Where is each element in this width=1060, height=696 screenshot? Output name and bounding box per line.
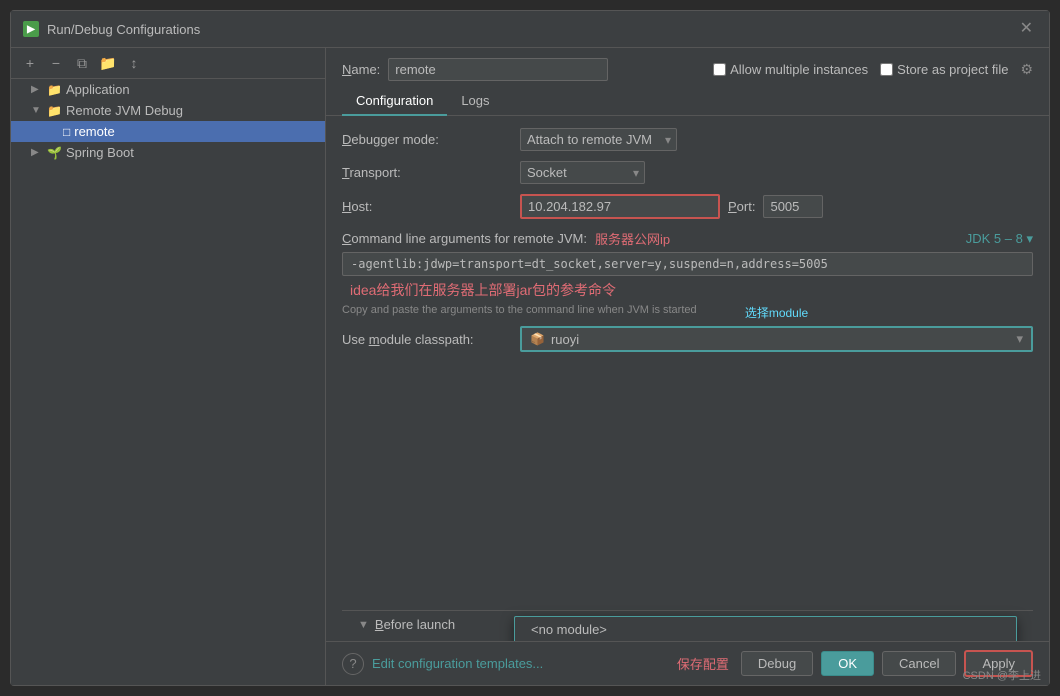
checkboxes-row: Allow multiple instances Store as projec… bbox=[713, 61, 1033, 78]
cmd-section: Command line arguments for remote JVM: 服… bbox=[342, 229, 1033, 316]
module-select-button[interactable]: 📦 ruoyi ▾ bbox=[520, 326, 1033, 352]
cmd-annotation: idea给我们在服务器上部署jar包的参考命令 bbox=[350, 280, 616, 300]
remote-jvm-folder-icon: 📁 bbox=[47, 104, 62, 118]
debugger-mode-select[interactable]: Attach to remote JVM Listen to remote JV… bbox=[520, 128, 677, 151]
cmd-hint: Copy and paste the arguments to the comm… bbox=[342, 304, 1033, 316]
remote-label: remote bbox=[74, 124, 114, 139]
module-classpath-label: Use module classpath: bbox=[342, 332, 512, 347]
no-module-label: <no module> bbox=[531, 622, 607, 637]
module-value-icon: 📦 bbox=[530, 332, 545, 346]
sort-button[interactable]: ↕ bbox=[123, 52, 145, 74]
jdk-version-link[interactable]: JDK 5 – 8 ▾ bbox=[966, 231, 1033, 247]
expand-spring-boot-icon: ▶ bbox=[31, 147, 43, 158]
transport-row: Transport: Socket Shared memory bbox=[342, 161, 1033, 184]
allow-multiple-label[interactable]: Allow multiple instances bbox=[713, 62, 868, 77]
dialog-icon: ▶ bbox=[23, 21, 39, 37]
cmd-header-row: Command line arguments for remote JVM: 服… bbox=[342, 229, 1033, 248]
tree-item-remote[interactable]: □ remote bbox=[11, 121, 325, 142]
store-as-project-label[interactable]: Store as project file bbox=[880, 62, 1008, 77]
module-select-wrapper: 📦 ruoyi ▾ 选择module bbox=[520, 326, 1033, 352]
save-annotation: 保存配置 bbox=[677, 654, 729, 673]
port-field-label: Port: bbox=[728, 199, 755, 214]
help-button[interactable]: ? bbox=[342, 653, 364, 675]
bottom-bar: ? Edit configuration templates... 保存配置 D… bbox=[326, 641, 1049, 685]
left-toolbar: + − ⧉ 📁 ↕ bbox=[11, 48, 325, 79]
remote-jvm-label: Remote JVM Debug bbox=[66, 103, 183, 118]
config-content: Debugger mode: Attach to remote JVM List… bbox=[326, 116, 1049, 641]
move-to-group-button[interactable]: 📁 bbox=[97, 52, 119, 74]
cmd-field-label: Command line arguments for remote JVM: bbox=[342, 231, 587, 246]
port-input[interactable] bbox=[763, 195, 823, 218]
module-select-chevron: ▾ bbox=[1016, 331, 1023, 347]
tabs-row: Configuration Logs bbox=[326, 87, 1049, 116]
cmd-text-value: -agentlib:jdwp=transport=dt_socket,serve… bbox=[342, 252, 1033, 276]
run-debug-dialog: ▶ Run/Debug Configurations ✕ + − ⧉ 📁 ↕ ▶… bbox=[10, 10, 1050, 686]
tree-item-remote-jvm[interactable]: ▼ 📁 Remote JVM Debug bbox=[11, 100, 325, 121]
title-bar-left: ▶ Run/Debug Configurations bbox=[23, 21, 200, 37]
store-as-project-checkbox[interactable] bbox=[880, 63, 893, 76]
remote-config-icon: □ bbox=[63, 125, 70, 139]
module-classpath-section: Use module classpath: 📦 ruoyi ▾ 选择module bbox=[342, 326, 1033, 352]
transport-select[interactable]: Socket Shared memory bbox=[520, 161, 645, 184]
store-settings-icon: ⚙ bbox=[1020, 61, 1033, 78]
add-config-button[interactable]: + bbox=[19, 52, 41, 74]
tab-configuration[interactable]: Configuration bbox=[342, 87, 447, 116]
cancel-button[interactable]: Cancel bbox=[882, 651, 956, 676]
edit-templates-link[interactable]: Edit configuration templates... bbox=[372, 656, 543, 671]
module-label-row: Use module classpath: 📦 ruoyi ▾ 选择module bbox=[342, 326, 1033, 352]
name-field-label: Name: bbox=[342, 62, 380, 77]
left-panel: + − ⧉ 📁 ↕ ▶ 📁 Application ▼ 📁 Remote JVM… bbox=[11, 48, 326, 685]
before-launch-toggle[interactable]: ▼ bbox=[358, 619, 369, 631]
spring-boot-icon: 🌱 bbox=[47, 146, 62, 160]
dialog-title: Run/Debug Configurations bbox=[47, 22, 200, 37]
host-label: Host: bbox=[342, 199, 512, 214]
title-bar: ▶ Run/Debug Configurations ✕ bbox=[11, 11, 1049, 48]
server-ip-annotation: 服务器公网ip bbox=[595, 229, 670, 248]
ok-button[interactable]: OK bbox=[821, 651, 874, 676]
debugger-mode-label: Debugger mode: bbox=[342, 132, 512, 147]
module-select-note: 选择module bbox=[745, 304, 808, 321]
name-input[interactable] bbox=[388, 58, 608, 81]
tree-item-spring-boot[interactable]: ▶ 🌱 Spring Boot bbox=[11, 142, 325, 163]
expand-application-icon: ▶ bbox=[31, 84, 43, 95]
debug-button[interactable]: Debug bbox=[741, 651, 813, 676]
expand-remote-jvm-icon: ▼ bbox=[31, 105, 43, 116]
application-folder-icon: 📁 bbox=[47, 83, 62, 97]
tab-logs[interactable]: Logs bbox=[447, 87, 503, 116]
transport-select-wrapper: Socket Shared memory bbox=[520, 161, 645, 184]
bottom-left: ? Edit configuration templates... bbox=[342, 653, 543, 675]
watermark: CSDN @李上进 bbox=[963, 667, 1041, 683]
application-label: Application bbox=[66, 82, 130, 97]
debugger-mode-row: Debugger mode: Attach to remote JVM List… bbox=[342, 128, 1033, 151]
name-row: Name: Allow multiple instances Store as … bbox=[326, 48, 1049, 87]
main-content: + − ⧉ 📁 ↕ ▶ 📁 Application ▼ 📁 Remote JVM… bbox=[11, 48, 1049, 685]
module-dropdown: <no module> 📦 ruoyi 📦 ruoyi-admin 📦 bbox=[514, 616, 1017, 641]
tree-item-application[interactable]: ▶ 📁 Application bbox=[11, 79, 325, 100]
dropdown-item-no-module[interactable]: <no module> bbox=[515, 617, 1016, 641]
right-panel: Name: Allow multiple instances Store as … bbox=[326, 48, 1049, 685]
spacer bbox=[342, 360, 1033, 600]
host-port-row: Host: Port: bbox=[342, 194, 1033, 219]
allow-multiple-checkbox[interactable] bbox=[713, 63, 726, 76]
close-button[interactable]: ✕ bbox=[1016, 19, 1037, 39]
spring-boot-label: Spring Boot bbox=[66, 145, 134, 160]
host-input[interactable] bbox=[520, 194, 720, 219]
debugger-mode-select-wrapper: Attach to remote JVM Listen to remote JV… bbox=[520, 128, 677, 151]
before-launch-label: Before launch bbox=[375, 617, 455, 632]
remove-config-button[interactable]: − bbox=[45, 52, 67, 74]
transport-label: Transport: bbox=[342, 165, 512, 180]
copy-config-button[interactable]: ⧉ bbox=[71, 52, 93, 74]
module-value-text: ruoyi bbox=[551, 332, 579, 347]
